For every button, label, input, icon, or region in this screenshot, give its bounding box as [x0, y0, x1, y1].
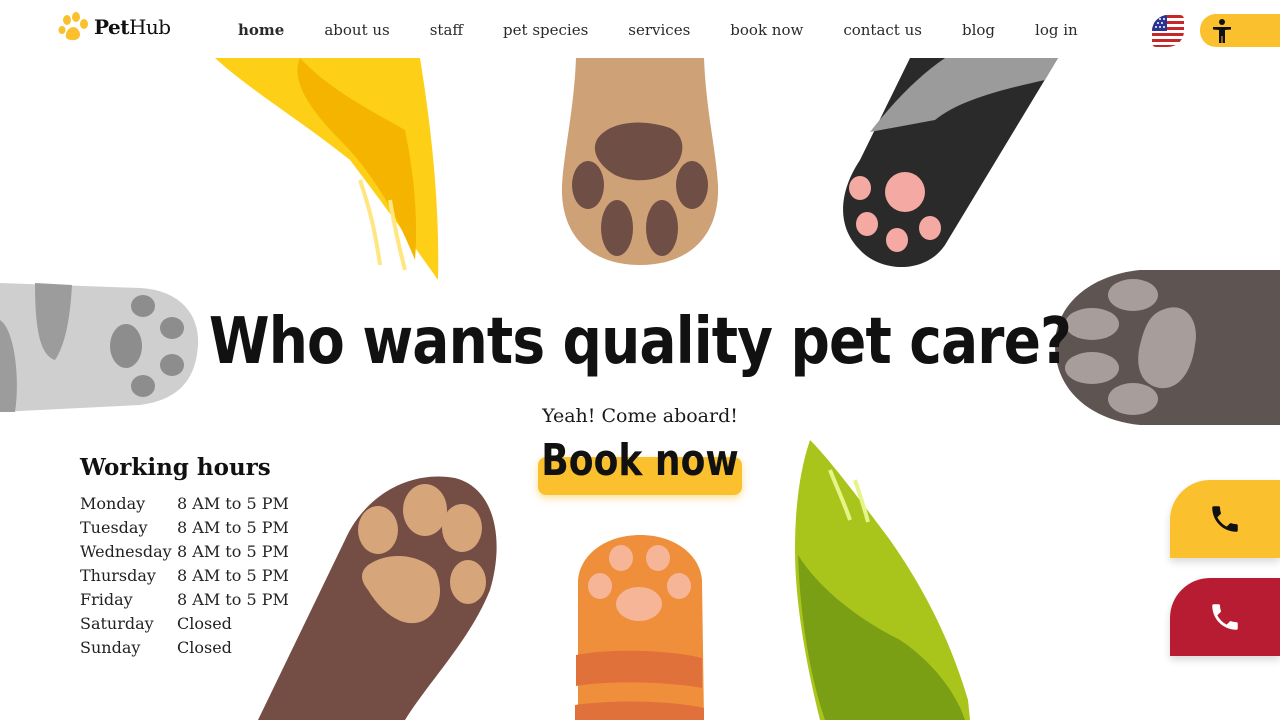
- phone-icon: [1212, 506, 1238, 532]
- day-label: Thursday: [80, 565, 156, 585]
- time-label: 8 AM to 5 PM: [177, 517, 289, 537]
- call-button[interactable]: [1170, 480, 1280, 558]
- language-selector[interactable]: [1152, 15, 1184, 47]
- orange-paw-illustration: [575, 535, 704, 720]
- nav-item-blog[interactable]: blog: [942, 18, 1015, 42]
- phone-icon: [1212, 604, 1238, 630]
- day-label: Wednesday: [80, 541, 172, 561]
- nav-item-home[interactable]: home: [218, 18, 304, 47]
- time-label: 8 AM to 5 PM: [177, 541, 289, 561]
- time-label: Closed: [177, 637, 232, 657]
- day-label: Sunday: [80, 637, 141, 657]
- hero-title: Who wants quality pet care?: [208, 305, 1072, 379]
- day-label: Saturday: [80, 613, 154, 633]
- nav-item-log-in[interactable]: log in: [1015, 18, 1098, 42]
- emergency-call-button[interactable]: [1170, 578, 1280, 656]
- table-row: Tuesday 8 AM to 5 PM: [80, 515, 289, 539]
- day-label: Monday: [80, 493, 146, 513]
- brand-name: PetHub: [94, 15, 171, 39]
- table-row: Sunday Closed: [80, 635, 289, 659]
- logo[interactable]: PetHub: [58, 12, 171, 42]
- paw-logo-icon: [58, 12, 88, 41]
- accessibility-icon: [1213, 19, 1231, 43]
- tan-paw-illustration: [561, 58, 719, 265]
- time-label: 8 AM to 5 PM: [177, 589, 289, 609]
- nav-item-staff[interactable]: staff: [410, 18, 483, 42]
- nav-item-pet-species[interactable]: pet species: [483, 18, 608, 42]
- book-now-label[interactable]: Book now: [115, 435, 1165, 486]
- table-row: Friday 8 AM to 5 PM: [80, 587, 289, 611]
- nav-item-about-us[interactable]: about us: [304, 18, 409, 42]
- brown-paw-illustration: [258, 476, 497, 720]
- nav-item-book-now[interactable]: book now: [710, 18, 823, 42]
- time-label: 8 AM to 5 PM: [177, 565, 289, 585]
- hours-table: Monday 8 AM to 5 PM Tuesday 8 AM to 5 PM W…: [80, 491, 289, 659]
- main-nav: home about us staff pet species services…: [218, 18, 1098, 47]
- table-row: Saturday Closed: [80, 611, 289, 635]
- time-label: Closed: [177, 613, 232, 633]
- nav-item-contact-us[interactable]: contact us: [823, 18, 942, 42]
- table-row: Thursday 8 AM to 5 PM: [80, 563, 289, 587]
- time-label: 8 AM to 5 PM: [177, 493, 289, 513]
- us-flag-icon: [1152, 15, 1184, 47]
- yellow-wing-illustration: [215, 58, 439, 280]
- day-label: Friday: [80, 589, 133, 609]
- table-row: Monday 8 AM to 5 PM: [80, 491, 289, 515]
- day-label: Tuesday: [80, 517, 148, 537]
- black-paw-illustration: [843, 58, 1058, 268]
- accessibility-button[interactable]: [1200, 14, 1280, 47]
- hero-subtitle: Yeah! Come aboard!: [542, 405, 738, 427]
- nav-item-services[interactable]: services: [608, 18, 710, 42]
- table-row: Wednesday 8 AM to 5 PM: [80, 539, 289, 563]
